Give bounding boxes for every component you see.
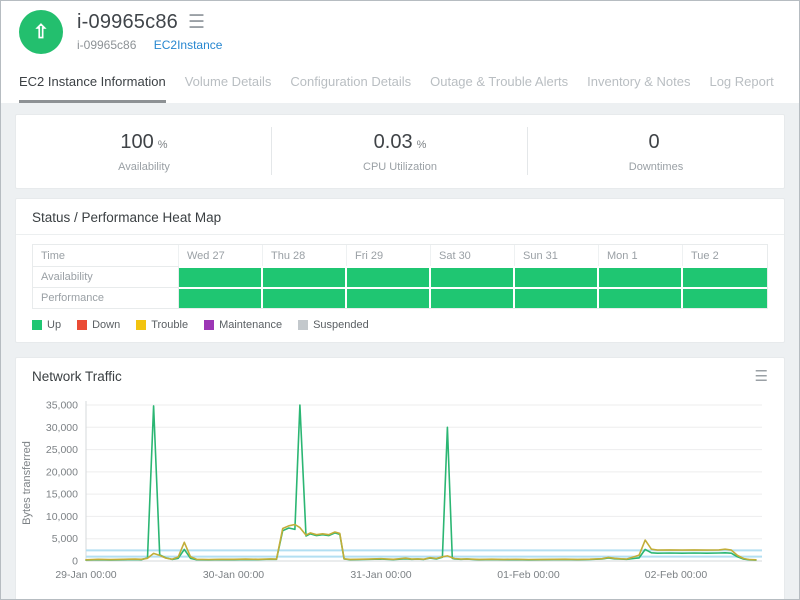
legend-swatch — [204, 320, 215, 330]
svg-text:Bytes transferred: Bytes transferred — [21, 441, 33, 525]
heatmap-legend: Up Down Trouble Maintenance Suspended — [32, 319, 768, 331]
network-traffic-chart[interactable]: 0 5,000 10,000 15,000 20,000 25,000 30,000 35,0… — [16, 395, 786, 595]
instance-header: ⇧ i-09965c86 ☰ i-09965c86 EC2Instance — [1, 1, 799, 63]
svg-text:31-Jan 00:00: 31-Jan 00:00 — [350, 569, 411, 581]
heatmap-cell-up[interactable] — [431, 287, 515, 308]
heatmap-day-header: Thu 28 — [263, 245, 347, 266]
stat-downtimes: 0 Downtimes — [528, 131, 784, 173]
heatmap-cell-up[interactable] — [599, 287, 683, 308]
heatmap-title: Status / Performance Heat Map — [32, 210, 222, 225]
stat-value: 0.03 — [373, 130, 413, 153]
svg-text:25,000: 25,000 — [46, 444, 78, 456]
svg-text:35,000: 35,000 — [46, 400, 78, 412]
stat-unit: % — [416, 138, 427, 151]
legend-label: Down — [92, 319, 121, 331]
svg-text:20,000: 20,000 — [46, 466, 78, 478]
svg-text:30,000: 30,000 — [46, 422, 78, 434]
tab-outage-trouble-alerts[interactable]: Outage & Trouble Alerts — [430, 63, 568, 103]
instance-id-label: i-09965c86 — [77, 38, 137, 52]
heatmap-cell-up[interactable] — [347, 287, 431, 308]
legend-swatch — [136, 320, 147, 330]
tab-configuration-details[interactable]: Configuration Details — [290, 63, 411, 103]
svg-text:02-Feb 00:00: 02-Feb 00:00 — [645, 569, 708, 581]
stat-label: Downtimes — [628, 160, 684, 173]
heatmap-time-header: Time — [33, 245, 179, 266]
svg-text:29-Jan 00:00: 29-Jan 00:00 — [55, 569, 116, 581]
svg-text:15,000: 15,000 — [46, 489, 78, 501]
stat-label: CPU Utilization — [363, 160, 437, 173]
stat-unit: % — [157, 138, 168, 151]
network-traffic-card: Network Traffic ☰ 0 5,000 10,000 15,000 20,0… — [15, 357, 786, 599]
heatmap-day-header: Fri 29 — [347, 245, 431, 266]
heatmap-cell-up[interactable] — [347, 266, 431, 287]
legend-label: Up — [47, 319, 62, 331]
network-traffic-title: Network Traffic — [32, 369, 122, 384]
heatmap-cell-up[interactable] — [515, 287, 599, 308]
legend-item-suspended: Suspended — [298, 319, 369, 331]
heatmap-day-header: Mon 1 — [599, 245, 683, 266]
stat-availability: 100% Availability — [16, 126, 272, 175]
heatmap-cell-up[interactable] — [431, 266, 515, 287]
heatmap-cell-up[interactable] — [263, 266, 347, 287]
title-menu-icon[interactable]: ☰ — [188, 13, 205, 32]
heatmap-day-header: Tue 2 — [691, 249, 719, 262]
instance-type-link[interactable]: EC2Instance — [154, 38, 223, 52]
legend-label: Trouble — [151, 319, 189, 331]
svg-text:01-Feb 00:00: 01-Feb 00:00 — [497, 569, 560, 581]
legend-swatch — [32, 320, 42, 330]
heatmap-cell-up[interactable] — [599, 266, 683, 287]
heatmap-cell-up[interactable] — [683, 266, 767, 287]
tab-bar: EC2 Instance Information Volume Details Co… — [1, 63, 799, 103]
svg-text:5,000: 5,000 — [52, 533, 78, 545]
legend-item-down: Down — [77, 319, 120, 331]
legend-swatch — [77, 320, 88, 330]
svg-text:10,000: 10,000 — [46, 511, 78, 523]
legend-label: Suspended — [313, 319, 369, 331]
legend-item-up: Up — [32, 319, 61, 331]
heatmap-table: Time Wed 27 Thu 28 Fri 29 Sat 30 Sun 31 Mon 1 T… — [32, 244, 768, 309]
tab-ec2-instance-information[interactable]: EC2 Instance Information — [19, 63, 166, 103]
tab-log-report[interactable]: Log Report — [709, 63, 773, 103]
stat-cpu-utilization: 0.03% CPU Utilization — [272, 126, 528, 175]
tab-volume-details[interactable]: Volume Details — [185, 63, 272, 103]
heatmap-row-availability: Availability — [33, 266, 767, 287]
legend-label: Maintenance — [219, 319, 283, 331]
heatmap-cell-up[interactable] — [179, 287, 263, 308]
heatmap-row-label: Availability — [33, 266, 179, 287]
heatmap-day-header: Sun 31 — [515, 245, 599, 266]
heatmap-row-label: Performance — [33, 287, 179, 308]
stats-card: 100% Availability 0.03% CPU Utilization 0 Dow… — [15, 114, 785, 189]
chart-options-icon[interactable]: ☰ — [755, 369, 768, 384]
legend-swatch — [298, 320, 309, 330]
heatmap-day-header: Wed 27 — [179, 245, 263, 266]
page-title: i-09965c86 — [77, 11, 178, 33]
status-up-avatar: ⇧ — [19, 10, 63, 54]
main-content: 100% Availability 0.03% CPU Utilization 0 Dow… — [1, 103, 799, 599]
tab-inventory-notes[interactable]: Inventory & Notes — [587, 63, 690, 103]
heatmap-card: Status / Performance Heat Map Time Wed 27… — [15, 198, 785, 343]
heatmap-header-row: Time Wed 27 Thu 28 Fri 29 Sat 30 Sun 31 Mon 1 T… — [33, 245, 767, 266]
legend-item-trouble: Trouble — [136, 319, 188, 331]
heatmap-cell-up[interactable] — [515, 266, 599, 287]
heatmap-cell-up[interactable] — [683, 287, 767, 308]
stat-value: 0 — [648, 130, 660, 153]
up-arrow-icon: ⇧ — [33, 21, 49, 43]
heatmap-row-performance: Performance — [33, 287, 767, 308]
stat-value: 100 — [120, 130, 154, 153]
heatmap-day-header: Sat 30 — [431, 245, 515, 266]
stat-label: Availability — [118, 160, 170, 173]
legend-item-maintenance: Maintenance — [204, 319, 282, 331]
heatmap-cell-up[interactable] — [263, 287, 347, 308]
app-window: ⇧ i-09965c86 ☰ i-09965c86 EC2Instance EC… — [0, 0, 800, 600]
svg-text:30-Jan 00:00: 30-Jan 00:00 — [203, 569, 264, 581]
svg-text:0: 0 — [72, 556, 78, 568]
heatmap-cell-up[interactable] — [179, 266, 263, 287]
